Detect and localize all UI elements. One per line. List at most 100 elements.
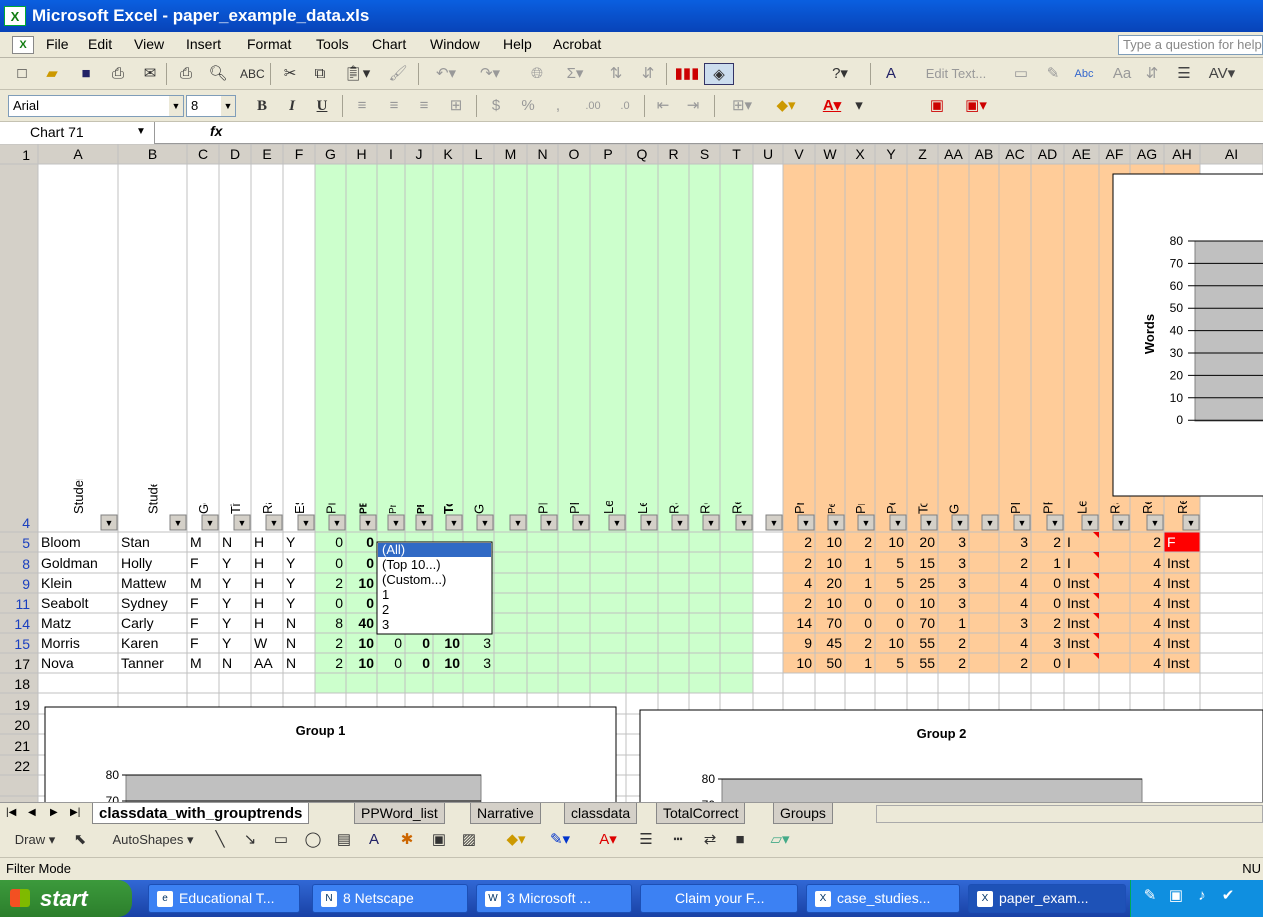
- arrow-style-icon[interactable]: ⇄: [698, 829, 722, 851]
- filter-option[interactable]: (Custom...): [382, 572, 446, 587]
- cell-e14[interactable]: W: [254, 635, 268, 651]
- menu-edit[interactable]: Edit: [88, 36, 112, 52]
- chevron-down-icon[interactable]: ▼: [956, 518, 965, 528]
- chevron-down-icon[interactable]: ▼: [645, 518, 654, 528]
- new-icon[interactable]: □: [12, 63, 32, 85]
- cell-f15[interactable]: N: [286, 655, 296, 671]
- spelling-check-icon[interactable]: Abc: [1072, 63, 1096, 85]
- task-netscape[interactable]: N 8 Netscape: [312, 884, 468, 913]
- chevron-down-icon[interactable]: ▼: [740, 518, 749, 528]
- cell-v4[interactable]: 2: [804, 534, 812, 550]
- name-box[interactable]: Chart 71 ▼: [0, 122, 155, 144]
- toolbar-options-icon[interactable]: ▾: [852, 95, 866, 117]
- cell-c9[interactable]: F: [190, 595, 199, 611]
- underline-icon[interactable]: U: [312, 95, 332, 117]
- cell-z9[interactable]: 10: [919, 595, 935, 611]
- cell-ag9[interactable]: 4: [1153, 595, 1161, 611]
- filter-option[interactable]: (All): [382, 542, 405, 557]
- column-header-x[interactable]: X: [855, 146, 865, 162]
- cell-aa14[interactable]: 2: [958, 635, 966, 651]
- cell-ag11[interactable]: 4: [1153, 615, 1161, 631]
- cell-z4[interactable]: 20: [919, 534, 935, 550]
- chevron-down-icon[interactable]: ▼: [545, 518, 554, 528]
- chevron-down-icon[interactable]: ▼: [862, 518, 871, 528]
- cell-w11[interactable]: 70: [826, 615, 842, 631]
- cell-ag15[interactable]: 4: [1153, 655, 1161, 671]
- font-color-icon[interactable]: A▾: [812, 95, 852, 117]
- pdf-icon[interactable]: ▣: [926, 95, 948, 117]
- sort-descending-icon[interactable]: ⇵: [636, 63, 660, 85]
- cell-h4[interactable]: 0: [366, 534, 374, 550]
- decrease-decimal-icon[interactable]: .0: [612, 95, 638, 117]
- row-header[interactable]: 14: [14, 616, 30, 632]
- chevron-down-icon[interactable]: ▼: [450, 518, 459, 528]
- column-header-n[interactable]: N: [537, 146, 547, 162]
- row-header[interactable]: 8: [22, 556, 30, 572]
- cell-e15[interactable]: AA: [254, 655, 273, 671]
- row-header[interactable]: 18: [14, 676, 30, 692]
- excel-icon[interactable]: X: [4, 6, 26, 26]
- cell-g9[interactable]: 0: [335, 595, 343, 611]
- textbox-icon[interactable]: ▤: [334, 829, 354, 851]
- worksheet-grid[interactable]: A B C D E F G H I J K L M N O P Q R S T U V W X Y Z AA AB AC AD AE AF AG…: [0, 144, 1263, 802]
- fill-color-icon[interactable]: ◆▾: [766, 95, 806, 117]
- shadow-icon[interactable]: ■: [728, 829, 752, 851]
- cell-k15[interactable]: 10: [444, 655, 460, 671]
- chevron-down-icon[interactable]: ▼: [707, 518, 716, 528]
- row-header[interactable]: 19: [14, 697, 30, 713]
- comment-icon[interactable]: ▭: [1010, 63, 1032, 85]
- cell-w8[interactable]: 20: [826, 575, 842, 591]
- column-header-ad[interactable]: AD: [1038, 146, 1057, 162]
- font-size-increase-icon[interactable]: A: [880, 63, 902, 85]
- cell-g8[interactable]: 2: [335, 575, 343, 591]
- cell-h9[interactable]: 0: [366, 595, 374, 611]
- borders-icon[interactable]: ⊞▾: [722, 95, 762, 117]
- cell-k14[interactable]: 10: [444, 635, 460, 651]
- filter-option[interactable]: 2: [382, 602, 389, 617]
- cell-y14[interactable]: 10: [888, 635, 904, 651]
- autoshapes-menu[interactable]: AutoShapes ▾: [104, 829, 202, 851]
- cell-ac14[interactable]: 4: [1020, 635, 1028, 651]
- cell-z8[interactable]: 25: [919, 575, 935, 591]
- column-header-z[interactable]: Z: [918, 146, 927, 162]
- cell-ac15[interactable]: 2: [1020, 655, 1028, 671]
- column-header-u[interactable]: U: [763, 146, 773, 162]
- spelling-icon[interactable]: ABC: [240, 63, 265, 85]
- column-header-ag[interactable]: AG: [1137, 146, 1157, 162]
- chevron-down-icon[interactable]: ▼: [333, 518, 342, 528]
- line-style-icon[interactable]: ☰: [634, 829, 658, 851]
- cell-ah11[interactable]: Inst: [1167, 615, 1190, 631]
- font-size-combo[interactable]: 8 ▼: [186, 95, 236, 117]
- column-header-d[interactable]: D: [230, 146, 240, 162]
- cell-b14[interactable]: Karen: [121, 635, 158, 651]
- picture-icon[interactable]: ▨: [458, 829, 480, 851]
- print-preview-icon[interactable]: 🔍︎: [208, 63, 228, 85]
- font-color-draw-icon[interactable]: A▾: [588, 829, 628, 851]
- chevron-down-icon[interactable]: ▼: [136, 122, 146, 142]
- cell-aa8[interactable]: 3: [958, 575, 966, 591]
- diagram-icon[interactable]: ✱: [396, 829, 418, 851]
- cell-f14[interactable]: N: [286, 635, 296, 651]
- column-header-ab[interactable]: AB: [975, 146, 994, 162]
- chevron-down-icon[interactable]: ▼: [1051, 518, 1060, 528]
- cell-ae11[interactable]: Inst: [1067, 615, 1090, 631]
- cell-l14[interactable]: 3: [483, 635, 491, 651]
- cell-y15[interactable]: 5: [896, 655, 904, 671]
- cell-ag5[interactable]: 4: [1153, 555, 1161, 571]
- align-right-icon[interactable]: ≡: [414, 95, 434, 117]
- cell-f9[interactable]: Y: [286, 595, 296, 611]
- cell-b8[interactable]: Mattew: [121, 575, 167, 591]
- column-header-p[interactable]: P: [603, 146, 612, 162]
- dash-style-icon[interactable]: ┅: [666, 829, 690, 851]
- menu-window[interactable]: Window: [430, 36, 480, 52]
- cell-h15[interactable]: 10: [358, 655, 374, 671]
- arrow-icon[interactable]: ↘: [240, 829, 260, 851]
- cell-g4[interactable]: 0: [335, 534, 343, 550]
- cell-i14[interactable]: 0: [394, 635, 402, 651]
- task-microsoft[interactable]: W 3 Microsoft ...: [476, 884, 632, 913]
- column-header-k[interactable]: K: [443, 146, 453, 162]
- align-icon[interactable]: ☰: [1172, 63, 1196, 85]
- cell-d11[interactable]: Y: [222, 615, 232, 631]
- italic-icon[interactable]: I: [282, 95, 302, 117]
- column-header-s[interactable]: S: [700, 146, 709, 162]
